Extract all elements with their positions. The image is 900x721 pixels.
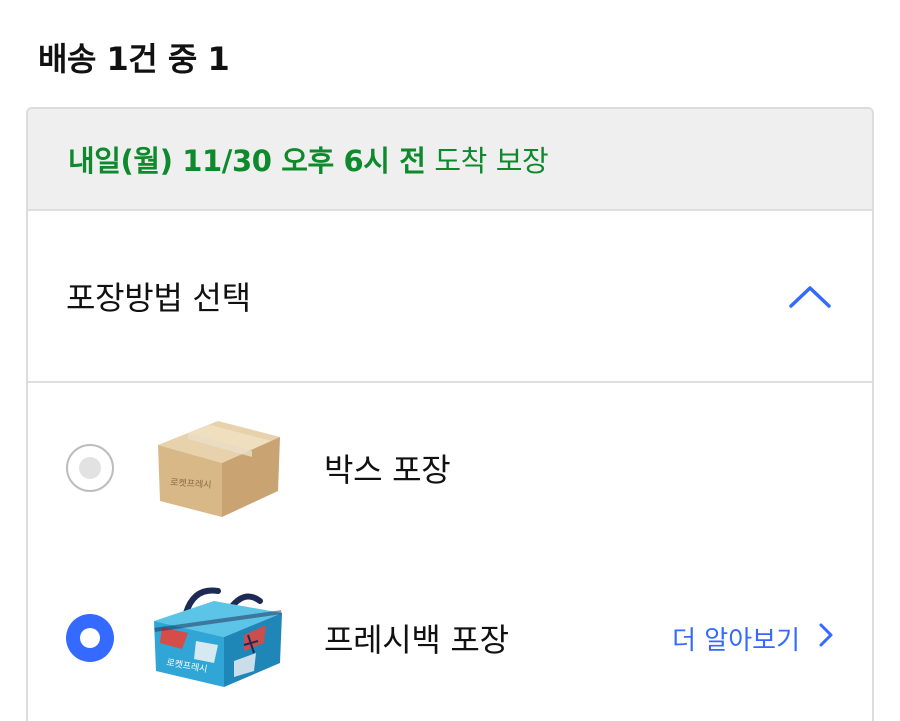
shipment-count-title: 배송 1건 중 1 bbox=[38, 40, 230, 78]
shipment-card: 내일(월) 11/30 오후 6시 전 도착 보장 포장방법 선택 로켓프레시 … bbox=[26, 107, 874, 721]
checkout-page: 배송 1건 중 1 내일(월) 11/30 오후 6시 전 도착 보장 포장방법… bbox=[0, 0, 900, 721]
packaging-method-title: 포장방법 선택 bbox=[66, 279, 251, 317]
delivery-promise-date: 내일(월) 11/30 오후 6시 전 bbox=[68, 144, 426, 178]
learn-more-label: 더 알아보기 bbox=[672, 625, 800, 656]
packaging-option-box[interactable]: 로켓프레시 박스 포장 bbox=[28, 383, 872, 553]
option-label-box: 박스 포장 bbox=[324, 451, 451, 489]
chevron-right-icon bbox=[818, 622, 834, 655]
delivery-promise-guarantee: 도착 보장 bbox=[425, 144, 549, 178]
fresh-bag-icon: 로켓프레시 bbox=[148, 583, 288, 693]
packaging-method-header[interactable]: 포장방법 선택 bbox=[28, 211, 872, 383]
option-label-freshbag: 프레시백 포장 bbox=[324, 621, 509, 659]
cardboard-box-icon: 로켓프레시 bbox=[148, 413, 288, 523]
radio-box-packaging[interactable] bbox=[66, 444, 114, 492]
chevron-up-icon[interactable] bbox=[788, 281, 832, 311]
delivery-banner: 내일(월) 11/30 오후 6시 전 도착 보장 bbox=[28, 109, 872, 211]
packaging-option-freshbag[interactable]: 로켓프레시 프레시백 포장 더 알아보기 bbox=[28, 553, 872, 721]
radio-freshbag-packaging[interactable] bbox=[66, 614, 114, 662]
delivery-promise: 내일(월) 11/30 오후 6시 전 도착 보장 bbox=[68, 138, 549, 180]
learn-more-link[interactable]: 더 알아보기 bbox=[672, 620, 834, 657]
